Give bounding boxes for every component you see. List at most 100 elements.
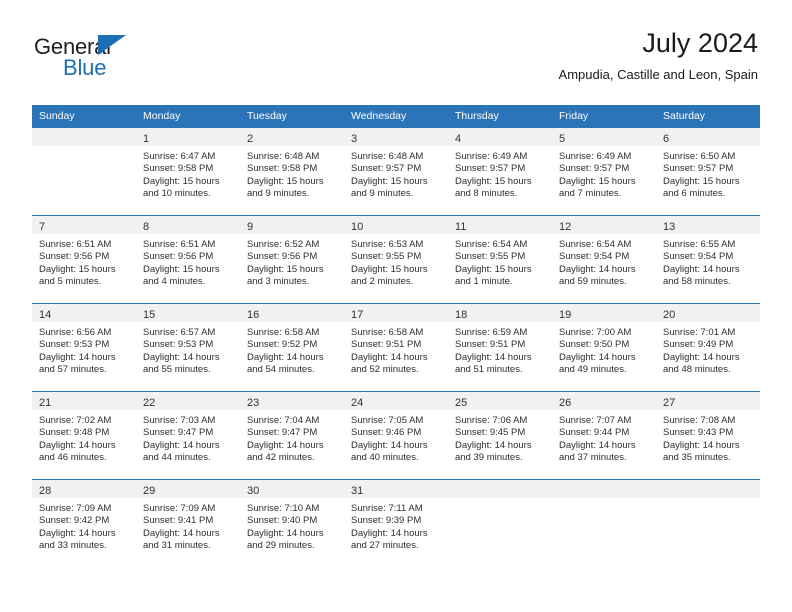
sunrise-text: Sunrise: 6:48 AM: [247, 151, 320, 162]
daylight-text: and 49 minutes.: [559, 364, 627, 376]
day-details: Sunrise: 6:49 AM Sunset: 9:57 PM Daylight:…: [552, 146, 656, 201]
day-cell[interactable]: 4 Sunrise: 6:49 AM Sunset: 9:57 PM Daylight…: [448, 127, 552, 215]
day-cell[interactable]: 24 Sunrise: 7:05 AM Sunset: 9:46 PM Dayligh…: [344, 391, 448, 479]
day-cell[interactable]: 16 Sunrise: 6:58 AM Sunset: 9:52 PM Dayligh…: [240, 303, 344, 391]
day-cell[interactable]: 5 Sunrise: 6:49 AM Sunset: 9:57 PM Daylight…: [552, 127, 656, 215]
day-details: Sunrise: 6:55 AM Sunset: 9:54 PM Daylight:…: [656, 234, 760, 289]
sunrise-text: Sunrise: 6:55 AM: [663, 239, 736, 250]
day-cell[interactable]: 17 Sunrise: 6:58 AM Sunset: 9:51 PM Dayligh…: [344, 303, 448, 391]
day-number-band: 16: [240, 304, 344, 322]
day-cell[interactable]: 22 Sunrise: 7:03 AM Sunset: 9:47 PM Dayligh…: [136, 391, 240, 479]
daylight-text: and 4 minutes.: [143, 276, 206, 288]
calendar-cell: 7 Sunrise: 6:51 AM Sunset: 9:56 PM Daylight…: [32, 215, 136, 303]
daylight-text: Daylight: 15 hours: [455, 175, 532, 187]
sunset-text: Sunset: 9:57 PM: [351, 163, 422, 175]
calendar-week-row: 1 Sunrise: 6:47 AM Sunset: 9:58 PM Daylight…: [32, 127, 760, 215]
daylight-text: Daylight: 15 hours: [559, 175, 636, 187]
day-number: 26: [559, 397, 572, 409]
day-cell[interactable]: 9 Sunrise: 6:52 AM Sunset: 9:56 PM Daylight…: [240, 215, 344, 303]
day-cell[interactable]: 18 Sunrise: 6:59 AM Sunset: 9:51 PM Dayligh…: [448, 303, 552, 391]
day-cell[interactable]: 25 Sunrise: 7:06 AM Sunset: 9:45 PM Dayligh…: [448, 391, 552, 479]
day-number-band: 31: [344, 480, 448, 498]
calendar-week-row: 28 Sunrise: 7:09 AM Sunset: 9:42 PM Dayligh…: [32, 479, 760, 567]
daylight-text: Daylight: 15 hours: [39, 263, 116, 275]
day-details: Sunrise: 6:58 AM Sunset: 9:52 PM Daylight:…: [240, 322, 344, 377]
day-cell[interactable]: 6 Sunrise: 6:50 AM Sunset: 9:57 PM Daylight…: [656, 127, 760, 215]
day-cell[interactable]: 29 Sunrise: 7:09 AM Sunset: 9:41 PM Dayligh…: [136, 479, 240, 567]
calendar-cell: 11 Sunrise: 6:54 AM Sunset: 9:55 PM Dayligh…: [448, 215, 552, 303]
day-cell[interactable]: 28 Sunrise: 7:09 AM Sunset: 9:42 PM Dayligh…: [32, 479, 136, 567]
calendar-week-row: 7 Sunrise: 6:51 AM Sunset: 9:56 PM Daylight…: [32, 215, 760, 303]
daylight-text: Daylight: 14 hours: [351, 351, 428, 363]
sunset-text: Sunset: 9:56 PM: [143, 251, 214, 263]
calendar-cell: [552, 479, 656, 567]
calendar-cell: 10 Sunrise: 6:53 AM Sunset: 9:55 PM Dayligh…: [344, 215, 448, 303]
calendar-cell: 31 Sunrise: 7:11 AM Sunset: 9:39 PM Dayligh…: [344, 479, 448, 567]
calendar-cell: 22 Sunrise: 7:03 AM Sunset: 9:47 PM Dayligh…: [136, 391, 240, 479]
sunset-text: Sunset: 9:43 PM: [663, 427, 734, 439]
daylight-text: Daylight: 15 hours: [247, 263, 324, 275]
calendar-cell: 3 Sunrise: 6:48 AM Sunset: 9:57 PM Daylight…: [344, 127, 448, 215]
day-cell[interactable]: 2 Sunrise: 6:48 AM Sunset: 9:58 PM Daylight…: [240, 127, 344, 215]
calendar-cell: 5 Sunrise: 6:49 AM Sunset: 9:57 PM Daylight…: [552, 127, 656, 215]
day-number: 23: [247, 397, 260, 409]
daylight-text: and 35 minutes.: [663, 452, 731, 464]
day-details: Sunrise: 6:50 AM Sunset: 9:57 PM Daylight:…: [656, 146, 760, 201]
day-cell[interactable]: 15 Sunrise: 6:57 AM Sunset: 9:53 PM Dayligh…: [136, 303, 240, 391]
day-cell[interactable]: 31 Sunrise: 7:11 AM Sunset: 9:39 PM Dayligh…: [344, 479, 448, 567]
sunset-text: Sunset: 9:51 PM: [351, 339, 422, 351]
calendar-body: 1 Sunrise: 6:47 AM Sunset: 9:58 PM Daylight…: [32, 127, 760, 567]
day-number-band: [448, 480, 552, 498]
day-cell[interactable]: 7 Sunrise: 6:51 AM Sunset: 9:56 PM Daylight…: [32, 215, 136, 303]
daylight-text: and 46 minutes.: [39, 452, 107, 464]
daylight-text: Daylight: 14 hours: [663, 351, 740, 363]
daylight-text: Daylight: 14 hours: [143, 439, 220, 451]
day-cell[interactable]: 23 Sunrise: 7:04 AM Sunset: 9:47 PM Dayligh…: [240, 391, 344, 479]
day-cell[interactable]: 14 Sunrise: 6:56 AM Sunset: 9:53 PM Dayligh…: [32, 303, 136, 391]
daylight-text: Daylight: 14 hours: [559, 439, 636, 451]
day-cell[interactable]: 26 Sunrise: 7:07 AM Sunset: 9:44 PM Dayligh…: [552, 391, 656, 479]
day-cell[interactable]: 8 Sunrise: 6:51 AM Sunset: 9:56 PM Daylight…: [136, 215, 240, 303]
day-number: 1: [143, 133, 150, 145]
day-cell[interactable]: 11 Sunrise: 6:54 AM Sunset: 9:55 PM Dayligh…: [448, 215, 552, 303]
daylight-text: Daylight: 14 hours: [559, 351, 636, 363]
day-details: Sunrise: 7:08 AM Sunset: 9:43 PM Daylight:…: [656, 410, 760, 465]
sunset-text: Sunset: 9:41 PM: [143, 515, 214, 527]
calendar-cell: 6 Sunrise: 6:50 AM Sunset: 9:57 PM Daylight…: [656, 127, 760, 215]
calendar-week-row: 14 Sunrise: 6:56 AM Sunset: 9:53 PM Dayligh…: [32, 303, 760, 391]
day-details: Sunrise: 6:47 AM Sunset: 9:58 PM Daylight:…: [136, 146, 240, 201]
daylight-text: and 37 minutes.: [559, 452, 627, 464]
day-number: 20: [663, 309, 676, 321]
weekday-header: Sunday Monday Tuesday Wednesday Thursday Frid…: [32, 105, 760, 127]
sunrise-text: Sunrise: 7:08 AM: [663, 415, 736, 426]
daylight-text: Daylight: 14 hours: [247, 527, 324, 539]
sunrise-text: Sunrise: 6:56 AM: [39, 327, 112, 338]
weekday-header-friday: Friday: [552, 105, 656, 127]
day-cell[interactable]: 12 Sunrise: 6:54 AM Sunset: 9:54 PM Dayligh…: [552, 215, 656, 303]
day-details: Sunrise: 7:05 AM Sunset: 9:46 PM Daylight:…: [344, 410, 448, 465]
daylight-text: and 44 minutes.: [143, 452, 211, 464]
sunrise-text: Sunrise: 6:59 AM: [455, 327, 528, 338]
day-cell[interactable]: 10 Sunrise: 6:53 AM Sunset: 9:55 PM Dayligh…: [344, 215, 448, 303]
day-details: Sunrise: 7:10 AM Sunset: 9:40 PM Daylight:…: [240, 498, 344, 553]
sunrise-text: Sunrise: 6:53 AM: [351, 239, 424, 250]
day-cell[interactable]: 27 Sunrise: 7:08 AM Sunset: 9:43 PM Dayligh…: [656, 391, 760, 479]
day-number-band: 19: [552, 304, 656, 322]
day-cell[interactable]: 20 Sunrise: 7:01 AM Sunset: 9:49 PM Dayligh…: [656, 303, 760, 391]
title-block: July 2024 Ampudia, Castille and Leon, Sp…: [559, 26, 758, 85]
day-cell[interactable]: 19 Sunrise: 7:00 AM Sunset: 9:50 PM Dayligh…: [552, 303, 656, 391]
daylight-text: Daylight: 14 hours: [559, 263, 636, 275]
calendar-cell: 1 Sunrise: 6:47 AM Sunset: 9:58 PM Daylight…: [136, 127, 240, 215]
sunset-text: Sunset: 9:56 PM: [247, 251, 318, 263]
sunrise-text: Sunrise: 7:05 AM: [351, 415, 424, 426]
day-cell[interactable]: 30 Sunrise: 7:10 AM Sunset: 9:40 PM Dayligh…: [240, 479, 344, 567]
daylight-text: and 51 minutes.: [455, 364, 523, 376]
day-cell[interactable]: 3 Sunrise: 6:48 AM Sunset: 9:57 PM Daylight…: [344, 127, 448, 215]
weekday-header-thursday: Thursday: [448, 105, 552, 127]
day-details: Sunrise: 6:54 AM Sunset: 9:54 PM Daylight:…: [552, 234, 656, 289]
day-cell[interactable]: 13 Sunrise: 6:55 AM Sunset: 9:54 PM Dayligh…: [656, 215, 760, 303]
day-cell[interactable]: 1 Sunrise: 6:47 AM Sunset: 9:58 PM Daylight…: [136, 127, 240, 215]
calendar-cell: 8 Sunrise: 6:51 AM Sunset: 9:56 PM Daylight…: [136, 215, 240, 303]
weekday-header-monday: Monday: [136, 105, 240, 127]
day-cell[interactable]: 21 Sunrise: 7:02 AM Sunset: 9:48 PM Dayligh…: [32, 391, 136, 479]
